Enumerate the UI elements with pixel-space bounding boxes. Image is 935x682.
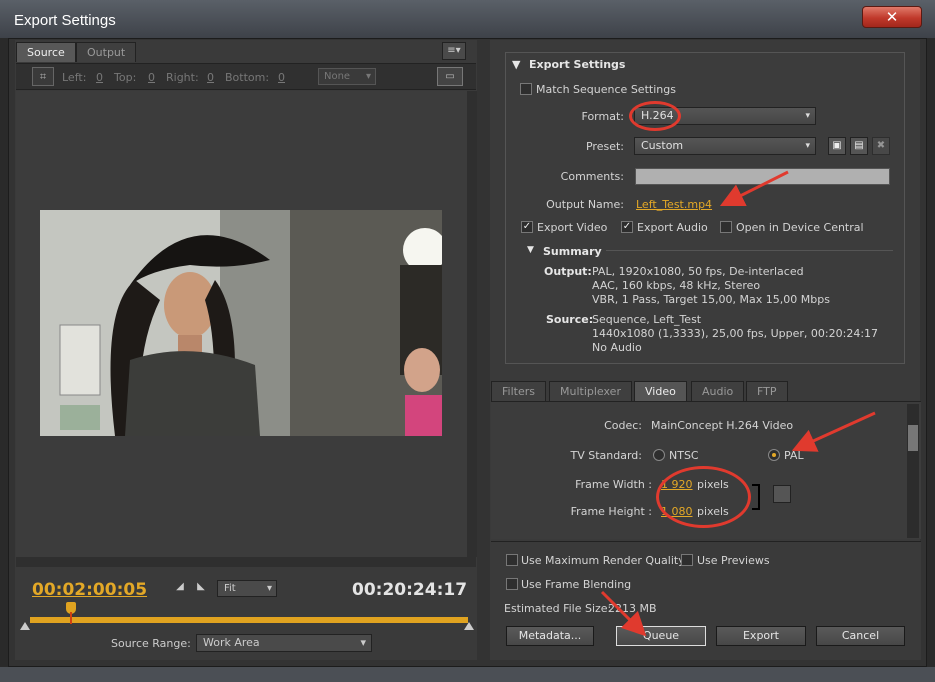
timeline-bar[interactable]	[30, 617, 468, 623]
crop-top-value[interactable]: 0	[148, 71, 155, 84]
chevron-down-icon: ▾	[360, 636, 366, 649]
playhead-line	[70, 612, 72, 624]
crop-ratio-select[interactable]: None ▾	[318, 68, 376, 85]
desktop-strip	[0, 667, 935, 682]
duration-timecode: 00:20:24:17	[352, 580, 468, 600]
match-sequence-checkbox[interactable]	[520, 83, 532, 95]
chevron-down-icon: ▾	[805, 111, 810, 121]
panel-menu-button[interactable]: ≡▾	[442, 42, 466, 60]
source-range-label: Source Range:	[111, 637, 191, 650]
set-in-point-icon[interactable]: ◢	[173, 581, 187, 595]
in-point-marker[interactable]	[20, 622, 30, 630]
crop-left-label: Left:	[62, 71, 87, 84]
source-range-select[interactable]: Work Area ▾	[196, 634, 372, 652]
window-title: Export Settings	[14, 12, 116, 29]
chevron-down-icon: ▾	[266, 583, 272, 594]
crop-right-value[interactable]: 0	[207, 71, 214, 84]
close-button[interactable]: ✕	[862, 6, 922, 28]
zoom-fit-value: Fit	[224, 583, 236, 594]
crop-left-value[interactable]: 0	[96, 71, 103, 84]
scale-mode-icon[interactable]: ▭	[437, 67, 463, 86]
crop-right-label: Right:	[166, 71, 199, 84]
tab-output[interactable]: Output	[76, 42, 137, 62]
crop-bottom-label: Bottom:	[225, 71, 270, 84]
export-settings-header: Export Settings	[529, 58, 626, 71]
match-sequence-label: Match Sequence Settings	[536, 83, 676, 96]
preview-horizontal-scrollbar[interactable]	[16, 557, 476, 567]
format-highlight-circle	[629, 101, 681, 131]
title-bar	[0, 0, 935, 38]
chevron-down-icon: ▾	[365, 71, 371, 82]
crop-bottom-value[interactable]: 0	[278, 71, 285, 84]
format-label: Format:	[581, 110, 624, 123]
video-frame-image	[40, 210, 442, 436]
crop-icon[interactable]: ⌗	[32, 67, 54, 86]
collapse-triangle-icon[interactable]: ▼	[512, 58, 520, 71]
video-preview	[40, 210, 442, 436]
tab-source[interactable]: Source	[16, 42, 76, 62]
zoom-fit-select[interactable]: Fit ▾	[217, 580, 277, 597]
out-point-marker[interactable]	[464, 622, 474, 630]
set-out-point-icon[interactable]: ◣	[194, 581, 208, 595]
preview-vertical-scrollbar[interactable]	[467, 91, 477, 557]
source-range-value: Work Area	[203, 636, 260, 649]
crop-ratio-value: None	[324, 71, 351, 82]
crop-top-label: Top:	[114, 71, 137, 84]
annotation-arrows	[600, 170, 876, 637]
current-timecode[interactable]: 00:02:00:05	[32, 580, 147, 600]
